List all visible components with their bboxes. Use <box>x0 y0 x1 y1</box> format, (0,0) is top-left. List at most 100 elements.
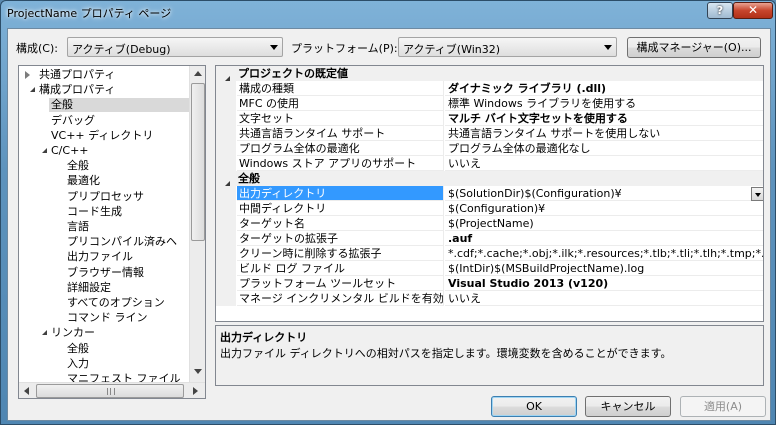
property-value[interactable]: *.cdf;*.cache;*.obj;*.ilk;*.resources;*.… <box>445 246 763 261</box>
tree-horizontal-scrollbar[interactable] <box>19 382 205 398</box>
row-gutter <box>216 201 236 216</box>
tree-item[interactable]: プリコンパイル済みヘ <box>65 235 189 249</box>
tree-horizontal-thumb[interactable] <box>36 384 184 398</box>
property-row[interactable]: プログラム全体の最適化 プログラム全体の最適化なし <box>216 141 763 156</box>
ok-button[interactable]: OK <box>491 396 577 417</box>
tree-item-label: 詳細設定 <box>67 280 111 294</box>
property-name: Windows ストア アプリのサポート <box>237 156 444 171</box>
platform-select-value: アクティブ(Win32) <box>403 43 501 56</box>
property-name: 共通言語ランタイム サポート <box>237 126 444 141</box>
tree-item[interactable]: 全般 <box>65 342 189 356</box>
property-row[interactable]: 構成の種類 ダイナミック ライブラリ (.dll) <box>216 81 763 96</box>
scroll-right-icon[interactable] <box>193 387 198 395</box>
expanded-triangle-icon[interactable] <box>37 330 47 336</box>
property-row[interactable]: 出力ディレクトリ $(SolutionDir)$(Configuration)¥ <box>216 186 763 201</box>
row-gutter <box>216 291 236 306</box>
tree-item[interactable]: 詳細設定 <box>65 281 189 295</box>
tree-item[interactable]: VC++ ディレクトリ <box>49 129 189 143</box>
tree-item-label: 構成プロパティ <box>39 83 116 97</box>
tree-item[interactable]: コマンド ライン <box>65 311 189 325</box>
description-text: 出力ファイル ディレクトリへの相対パスを指定します。環境変数を含めることができま… <box>220 347 672 360</box>
tree-vertical-scrollbar[interactable] <box>189 66 205 382</box>
tree-item[interactable]: コード生成 <box>65 205 189 219</box>
close-button[interactable]: ✕ <box>733 2 773 19</box>
scroll-down-icon[interactable] <box>194 369 202 374</box>
property-category[interactable]: 全般 <box>216 171 763 187</box>
property-value[interactable]: いいえ <box>445 291 763 306</box>
tree-item-label: 言語 <box>67 220 89 233</box>
property-value[interactable]: $(Configuration)¥ <box>445 201 763 216</box>
property-row[interactable]: Windows ストア アプリのサポート いいえ <box>216 156 763 171</box>
tree-item[interactable]: 全般 <box>65 159 189 173</box>
tree-item[interactable]: リンカー <box>42 326 189 340</box>
property-row[interactable]: ターゲットの拡張子 .auf <box>216 231 763 246</box>
expanded-triangle-icon[interactable] <box>25 87 35 93</box>
tree-item-label: 全般 <box>67 159 89 173</box>
scroll-up-icon[interactable] <box>194 71 202 76</box>
tree-item[interactable]: 共通プロパティ <box>25 68 189 82</box>
tree-item[interactable]: C/C++ <box>42 144 189 158</box>
property-row[interactable]: ビルド ログ ファイル $(IntDir)$(MSBuildProjectName… <box>216 261 763 276</box>
config-manager-button[interactable]: 構成マネージャー(O)... <box>627 37 761 58</box>
property-row[interactable]: クリーン時に削除する拡張子 *.cdf;*.cache;*.obj;*.ilk;*… <box>216 246 763 261</box>
tree-item[interactable]: 出力ファイル <box>65 250 189 264</box>
collapsed-triangle-icon[interactable] <box>25 71 30 79</box>
tree-item[interactable]: 全般 <box>49 98 189 113</box>
tree-item-label: プリコンパイル済みヘ <box>67 235 177 249</box>
tree-item[interactable]: すべてのオプション <box>65 296 189 310</box>
property-row[interactable]: 中間ディレクトリ $(Configuration)¥ <box>216 201 763 216</box>
dropdown-button[interactable] <box>751 187 763 201</box>
tree-item-label: 入力 <box>67 356 89 370</box>
tree-item[interactable]: ブラウザー情報 <box>65 266 189 280</box>
tree-item[interactable]: 構成プロパティ <box>30 83 189 97</box>
property-row[interactable]: プラットフォーム ツールセット Visual Studio 2013 (v120) <box>216 276 763 291</box>
property-value[interactable]: マルチ バイト文字セットを使用する <box>445 111 763 126</box>
row-gutter <box>216 216 236 231</box>
apply-button[interactable]: 適用(A) <box>680 396 766 417</box>
property-value[interactable]: $(IntDir)$(MSBuildProjectName).log <box>445 261 763 276</box>
tree-item-label: コマンド ライン <box>67 311 148 325</box>
scroll-left-icon[interactable] <box>24 387 29 395</box>
platform-label: プラットフォーム(P): <box>291 42 398 55</box>
property-grid[interactable]: プロジェクトの既定値 構成の種類 ダイナミック ライブラリ (.dll) MFC の使… <box>215 65 764 322</box>
property-value[interactable]: プログラム全体の最適化なし <box>445 141 763 156</box>
platform-select[interactable]: アクティブ(Win32) <box>398 37 617 57</box>
tree-item-label: すべてのオプション <box>67 296 165 309</box>
tree-item-label: 全般 <box>67 341 89 355</box>
property-value[interactable]: 標準 Windows ライブラリを使用する <box>445 96 763 111</box>
property-value[interactable]: 共通言語ランタイム サポートを使用しない <box>445 126 763 141</box>
property-name: 出力ディレクトリ <box>237 186 444 201</box>
tree-item[interactable]: 入力 <box>65 357 189 371</box>
tree-item-label: ブラウザー情報 <box>67 265 144 279</box>
expanded-triangle-icon[interactable] <box>37 148 47 153</box>
cancel-button[interactable]: キャンセル <box>585 396 671 417</box>
property-name: プラットフォーム ツールセット <box>237 276 444 291</box>
tree-item[interactable]: 言語 <box>65 220 189 234</box>
help-button[interactable]: ? <box>707 2 733 19</box>
property-row[interactable]: MFC の使用 標準 Windows ライブラリを使用する <box>216 96 763 111</box>
property-value[interactable]: いいえ <box>445 156 763 171</box>
property-value[interactable]: .auf <box>445 231 763 246</box>
tree-item[interactable]: 最適化 <box>65 174 189 188</box>
property-value[interactable]: $(SolutionDir)$(Configuration)¥ <box>445 186 763 201</box>
property-row[interactable]: 文字セット マルチ バイト文字セットを使用する <box>216 111 763 126</box>
config-select[interactable]: アクティブ(Debug) <box>67 37 283 57</box>
category-tree[interactable]: 共通プロパティ 構成プロパティ 全般 デバッグ VC++ ディレクトリ C/C++ 全般 最適… <box>18 65 206 399</box>
property-name: ターゲットの拡張子 <box>237 231 444 246</box>
tree-item[interactable]: デバッグ <box>49 114 189 128</box>
property-row[interactable]: ターゲット名 $(ProjectName) <box>216 216 763 231</box>
property-row[interactable]: 共通言語ランタイム サポート 共通言語ランタイム サポートを使用しない <box>216 126 763 141</box>
title-bar[interactable]: ProjectName プロパティ ページ ? ✕ <box>1 1 775 23</box>
property-row[interactable]: マネージ インクリメンタル ビルドを有効に いいえ <box>216 291 763 306</box>
tree-item-label: コード生成 <box>67 204 122 218</box>
row-gutter <box>216 276 236 291</box>
property-name: ターゲット名 <box>237 216 444 231</box>
property-value[interactable]: $(ProjectName) <box>445 216 763 231</box>
property-category[interactable]: プロジェクトの既定値 <box>216 66 763 82</box>
property-value[interactable]: ダイナミック ライブラリ (.dll) <box>445 81 763 96</box>
chevron-down-icon <box>270 45 278 50</box>
property-value[interactable]: Visual Studio 2013 (v120) <box>445 276 763 291</box>
tree-vertical-thumb[interactable] <box>191 83 205 241</box>
property-category-name: 全般 <box>238 172 260 185</box>
tree-item[interactable]: プリプロセッサ <box>65 190 189 204</box>
